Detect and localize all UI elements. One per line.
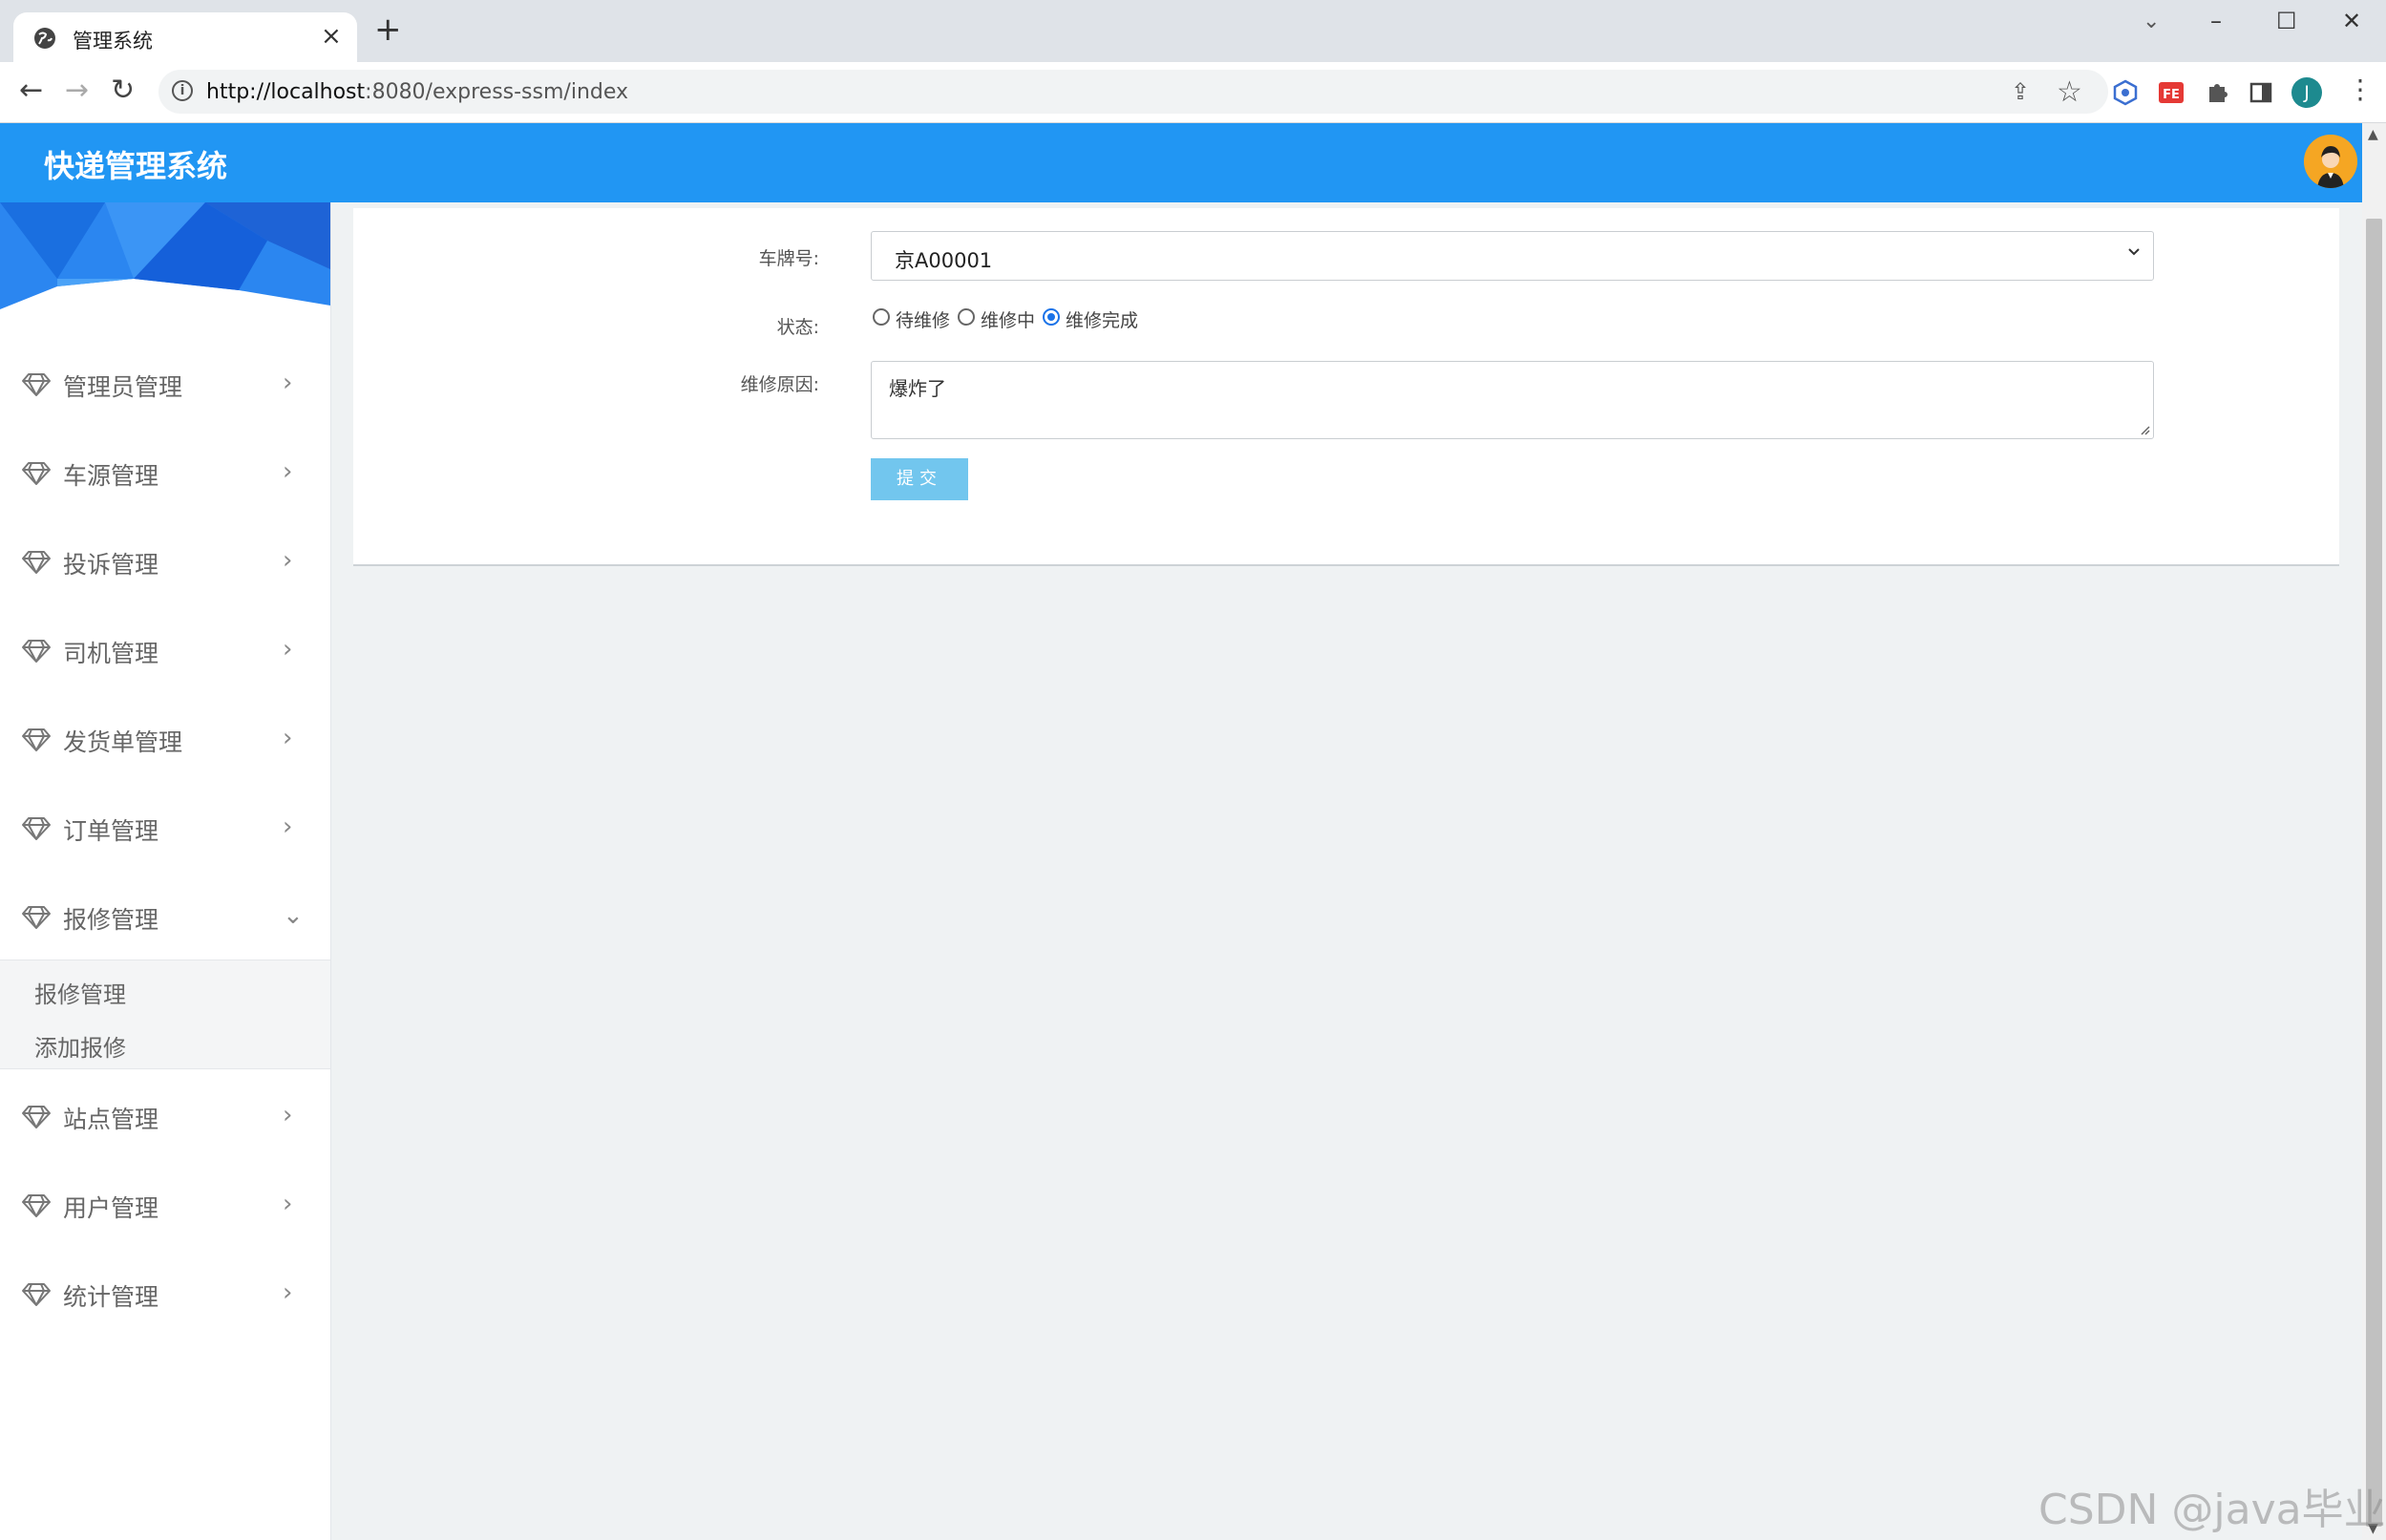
app-header: 快递管理系统	[0, 123, 2362, 202]
forward-icon[interactable]: →	[65, 75, 89, 106]
profile-avatar[interactable]: J	[2291, 77, 2322, 108]
extensions-puzzle-icon[interactable]	[2204, 79, 2230, 106]
extension-hexagon-icon[interactable]	[2112, 79, 2139, 106]
browser-toolbar: ← → ↻ i http://localhost:8080/express-ss…	[0, 62, 2386, 123]
info-icon[interactable]: i	[172, 80, 193, 101]
reason-text: 爆炸了	[889, 377, 946, 400]
plate-select-value: 京A00001	[895, 249, 993, 272]
sidebar-item-vehicles[interactable]: 车源管理 ›	[0, 434, 330, 511]
chevron-right-icon: ›	[283, 457, 293, 486]
sidebar-item-label: 发货单管理	[63, 728, 183, 756]
resize-grip-icon[interactable]	[2139, 424, 2150, 435]
share-icon[interactable]: ⇪	[2011, 78, 2030, 105]
sidebar-item-shipments[interactable]: 发货单管理 ›	[0, 701, 330, 777]
page-scrollbar[interactable]: ▲ ▼	[2362, 123, 2386, 1540]
submenu-item-repair-list[interactable]: 报修管理	[34, 976, 126, 1009]
status-radio-pending[interactable]	[873, 308, 890, 326]
diamond-icon	[22, 1283, 51, 1306]
status-option-done: 维修完成	[1066, 310, 1139, 331]
sidebar-item-label: 用户管理	[63, 1194, 159, 1222]
address-bar[interactable]: i http://localhost:8080/express-ssm/inde…	[158, 70, 2108, 114]
scroll-up-icon[interactable]: ▲	[2368, 127, 2378, 142]
watermark: CSDN @java毕业	[2038, 1486, 2386, 1534]
app-title: 快递管理系统	[44, 148, 228, 184]
status-radio-in-progress[interactable]	[958, 308, 975, 326]
extension-fe-icon[interactable]: FE	[2158, 79, 2185, 106]
plate-select[interactable]: 京A00001	[871, 231, 2154, 281]
status-option-pending: 待维修	[896, 310, 951, 331]
submenu-repair: 报修管理 添加报修	[0, 960, 330, 1069]
sidebar-item-repairs[interactable]: 报修管理 ⌄	[0, 878, 330, 955]
sidebar-item-label: 订单管理	[63, 817, 159, 845]
sidebar-item-orders[interactable]: 订单管理 ›	[0, 790, 330, 866]
sidebar-item-label: 投诉管理	[63, 551, 159, 579]
globe-icon	[34, 28, 55, 49]
bookmark-star-icon[interactable]: ☆	[2057, 75, 2082, 109]
sidebar-item-label: 车源管理	[63, 462, 159, 490]
sidebar-item-label: 司机管理	[63, 640, 159, 667]
chevron-right-icon: ›	[283, 724, 293, 752]
sidebar-item-label: 报修管理	[63, 906, 159, 934]
chevron-right-icon: ›	[283, 1101, 293, 1129]
browser-menu-icon[interactable]: ⋮	[2347, 74, 2374, 105]
sidebar: 管理员管理 › 车源管理 › 投诉管理 › 司机管理 › 发货单管理 › 订单管理 › 报修管理 ⌄ 站点管…	[0, 202, 331, 1540]
chevron-right-icon: ›	[283, 1278, 293, 1307]
sidebar-item-admin[interactable]: 管理员管理 ›	[0, 346, 330, 422]
submit-button[interactable]: 提交	[871, 458, 968, 500]
chevron-down-icon	[2128, 248, 2140, 256]
maximize-icon[interactable]: ☐	[2276, 8, 2297, 34]
reason-textarea[interactable]: 爆炸了	[871, 361, 2154, 439]
window-close-icon[interactable]: ✕	[2342, 8, 2361, 34]
sidebar-item-drivers[interactable]: 司机管理 ›	[0, 612, 330, 688]
close-icon[interactable]: ×	[321, 22, 342, 51]
tab-search-icon[interactable]: ⌄	[2143, 10, 2160, 33]
chevron-down-icon: ⌄	[283, 901, 304, 930]
status-radio-done[interactable]	[1043, 308, 1060, 326]
side-panel-icon[interactable]	[2248, 79, 2274, 106]
status-label: 状态:	[776, 317, 819, 338]
chevron-right-icon: ›	[283, 369, 293, 397]
chevron-right-icon: ›	[283, 1190, 293, 1218]
diamond-icon	[22, 640, 51, 663]
status-option-in-progress: 维修中	[981, 310, 1036, 331]
url-text[interactable]: http://localhost:8080/express-ssm/index	[206, 80, 628, 104]
new-tab-button[interactable]: +	[374, 13, 402, 46]
sidebar-item-statistics[interactable]: 统计管理 ›	[0, 1255, 330, 1332]
diamond-icon	[22, 551, 51, 574]
sidebar-item-label: 站点管理	[63, 1106, 159, 1133]
plate-label: 车牌号:	[758, 248, 819, 269]
browser-tab[interactable]: 管理系统 ×	[13, 12, 357, 62]
sidebar-banner	[0, 202, 330, 309]
chevron-right-icon: ›	[283, 546, 293, 575]
browser-tab-bar: 管理系统 × + ⌄ – ☐ ✕	[0, 0, 2386, 62]
submenu-item-add-repair[interactable]: 添加报修	[34, 1029, 126, 1063]
chevron-right-icon: ›	[283, 635, 293, 664]
repair-form-panel: 车牌号: 京A00001 状态: 待维修 维修中 维修完成 维修原因: 爆炸了 …	[353, 208, 2339, 566]
diamond-icon	[22, 906, 51, 929]
tab-title: 管理系统	[73, 30, 153, 53]
back-icon[interactable]: ←	[19, 75, 43, 106]
person-icon	[2304, 135, 2357, 188]
diamond-icon	[22, 462, 51, 485]
reason-label: 维修原因:	[740, 374, 819, 395]
svg-text:FE: FE	[2163, 88, 2180, 102]
sidebar-item-complaints[interactable]: 投诉管理 ›	[0, 523, 330, 600]
sidebar-item-users[interactable]: 用户管理 ›	[0, 1167, 330, 1243]
minimize-icon[interactable]: –	[2210, 8, 2222, 34]
chevron-right-icon: ›	[283, 812, 293, 841]
diamond-icon	[22, 817, 51, 840]
sidebar-item-stations[interactable]: 站点管理 ›	[0, 1078, 330, 1154]
diamond-icon	[22, 1194, 51, 1217]
diamond-icon	[22, 1106, 51, 1129]
reload-icon[interactable]: ↻	[111, 75, 135, 106]
sidebar-item-label: 管理员管理	[63, 373, 183, 401]
sidebar-item-label: 统计管理	[63, 1283, 159, 1311]
diamond-icon	[22, 728, 51, 751]
scroll-thumb[interactable]	[2366, 219, 2382, 1527]
user-avatar[interactable]	[2304, 135, 2357, 188]
diamond-icon	[22, 373, 51, 396]
